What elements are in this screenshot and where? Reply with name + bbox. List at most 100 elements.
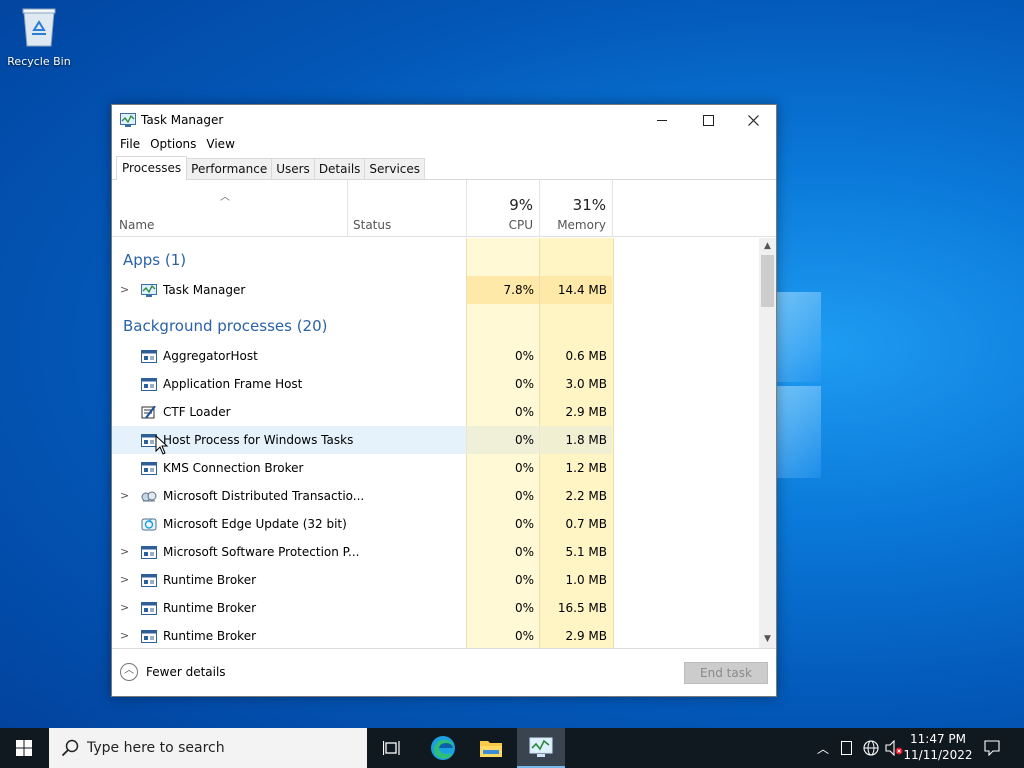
action-center-button[interactable] bbox=[980, 728, 1004, 768]
tab-users[interactable]: Users bbox=[271, 158, 315, 179]
taskbar-clock[interactable]: 11:47 PM 11/11/2022 bbox=[902, 731, 974, 763]
process-cpu: 0% bbox=[514, 433, 534, 447]
vertical-scrollbar[interactable]: ▲ ▼ bbox=[759, 238, 776, 648]
chevron-right-icon[interactable]: > bbox=[120, 601, 129, 614]
mouse-cursor-icon bbox=[155, 435, 169, 455]
process-memory: 2.2 MB bbox=[565, 489, 607, 503]
process-name: Microsoft Distributed Transactio... bbox=[163, 489, 365, 503]
process-name: Runtime Broker bbox=[163, 601, 257, 615]
title-bar[interactable]: Task Manager bbox=[112, 105, 776, 135]
process-memory: 1.2 MB bbox=[565, 461, 607, 475]
recycle-bin-desktop-icon[interactable]: Recycle Bin bbox=[4, 6, 74, 68]
process-memory: 14.4 MB bbox=[557, 283, 607, 297]
window-process-icon bbox=[141, 574, 157, 587]
task-manager-icon bbox=[120, 113, 136, 127]
task-manager-taskbar-button[interactable] bbox=[517, 728, 565, 768]
scroll-down-icon[interactable]: ▼ bbox=[759, 631, 776, 648]
chevron-right-icon[interactable]: > bbox=[120, 283, 129, 296]
tab-processes[interactable]: Processes bbox=[116, 156, 188, 180]
process-cpu: 0% bbox=[514, 349, 534, 363]
window-process-icon bbox=[141, 602, 157, 615]
process-cpu: 0% bbox=[514, 461, 534, 475]
window-process-icon bbox=[141, 378, 157, 391]
tablet-device-icon bbox=[840, 741, 852, 755]
windows-start-icon bbox=[16, 740, 32, 756]
column-memory[interactable]: 31% Memory bbox=[539, 180, 612, 236]
table-row[interactable]: > Runtime Broker 0% 16.5 MB bbox=[112, 594, 759, 622]
file-explorer-taskbar-button[interactable] bbox=[467, 728, 515, 768]
edge-taskbar-button[interactable] bbox=[419, 728, 467, 768]
table-row[interactable]: > Microsoft Software Protection P... 0% 5.1… bbox=[112, 538, 759, 566]
tab-performance[interactable]: Performance bbox=[186, 158, 273, 179]
chevron-up-icon: ︿ bbox=[816, 741, 829, 756]
table-row[interactable]: Host Process for Windows Tasks 0% 1.8 MB bbox=[112, 426, 759, 455]
group-apps: Apps (1) bbox=[123, 251, 187, 269]
process-cpu: 7.8% bbox=[503, 283, 535, 297]
chevron-right-icon[interactable]: > bbox=[120, 545, 129, 558]
task-view-button[interactable] bbox=[368, 728, 416, 768]
table-row[interactable]: > Task Manager 7.8% 14.4 MB bbox=[112, 276, 759, 304]
process-cpu: 0% bbox=[514, 405, 534, 419]
chevron-right-icon[interactable]: > bbox=[120, 489, 129, 502]
process-memory: 2.9 MB bbox=[565, 405, 607, 419]
table-row[interactable]: CTF Loader 0% 2.9 MB bbox=[112, 398, 759, 426]
column-header: ︿ Name Status 9% CPU 31% Memory bbox=[112, 180, 776, 237]
start-button[interactable] bbox=[0, 728, 48, 768]
tab-strip: Processes Performance Users Details Serv… bbox=[112, 155, 776, 180]
tab-details[interactable]: Details bbox=[313, 158, 366, 179]
process-cpu: 0% bbox=[514, 601, 534, 615]
close-button[interactable] bbox=[730, 105, 776, 135]
fewer-details-button[interactable]: ︿ Fewer details bbox=[120, 663, 226, 681]
table-row[interactable]: AggregatorHost 0% 0.6 MB bbox=[112, 342, 759, 370]
group-background-processes: Background processes (20) bbox=[123, 317, 328, 335]
column-cpu[interactable]: 9% CPU bbox=[466, 180, 539, 236]
process-name: Runtime Broker bbox=[163, 629, 257, 643]
tray-device-button[interactable] bbox=[836, 728, 856, 768]
process-cpu: 0% bbox=[514, 545, 534, 559]
chevron-right-icon[interactable]: > bbox=[120, 629, 129, 642]
memory-total-percent: 31% bbox=[572, 196, 606, 214]
process-name: Runtime Broker bbox=[163, 573, 257, 587]
end-task-button[interactable]: End task bbox=[684, 662, 768, 684]
table-row[interactable]: KMS Connection Broker 0% 1.2 MB bbox=[112, 454, 759, 482]
minimize-button[interactable] bbox=[639, 105, 685, 135]
process-memory: 1.0 MB bbox=[565, 573, 607, 587]
process-cpu: 0% bbox=[514, 629, 534, 643]
process-list: Apps (1) > Task Manager 7.8% 14.4 MB Bac… bbox=[112, 238, 759, 648]
taskbar-search-box[interactable]: Type here to search bbox=[49, 728, 367, 768]
scroll-thumb[interactable] bbox=[761, 255, 774, 307]
cpu-label: CPU bbox=[508, 218, 533, 232]
column-divider bbox=[347, 180, 348, 236]
table-row[interactable]: Application Frame Host 0% 3.0 MB bbox=[112, 370, 759, 398]
folder-icon bbox=[480, 741, 502, 757]
show-hidden-icons-button[interactable]: ︿ bbox=[812, 728, 834, 768]
chevron-right-icon[interactable]: > bbox=[120, 573, 129, 586]
column-name[interactable]: Name bbox=[119, 218, 154, 232]
maximize-button[interactable] bbox=[685, 105, 731, 135]
column-status[interactable]: Status bbox=[353, 218, 391, 232]
table-row[interactable]: > Microsoft Distributed Transactio... 0% 2.… bbox=[112, 482, 759, 510]
tab-services[interactable]: Services bbox=[364, 158, 426, 179]
taskbar: Type here to search ︿ 11:47 PM 11/11/202… bbox=[0, 728, 1024, 768]
scroll-up-icon[interactable]: ▲ bbox=[759, 238, 776, 255]
close-icon bbox=[747, 114, 759, 126]
clock-date: 11/11/2022 bbox=[903, 748, 973, 762]
table-row[interactable]: > Runtime Broker 0% 2.9 MB bbox=[112, 622, 759, 648]
menu-options[interactable]: Options bbox=[145, 135, 201, 155]
process-name: Application Frame Host bbox=[163, 377, 303, 391]
globe-network-icon bbox=[863, 740, 879, 756]
sort-up-icon: ︿ bbox=[220, 192, 230, 203]
menu-file[interactable]: File bbox=[115, 135, 145, 155]
ctf-loader-icon bbox=[141, 406, 156, 419]
task-view-icon bbox=[383, 741, 400, 755]
task-manager-icon bbox=[141, 284, 157, 297]
memory-label: Memory bbox=[557, 218, 606, 232]
menu-view[interactable]: View bbox=[201, 135, 239, 155]
table-row[interactable]: > Runtime Broker 0% 1.0 MB bbox=[112, 566, 759, 594]
fewer-details-label: Fewer details bbox=[146, 665, 226, 679]
search-icon bbox=[61, 739, 79, 757]
table-row[interactable]: Microsoft Edge Update (32 bit) 0% 0.7 MB bbox=[112, 510, 759, 538]
process-name: AggregatorHost bbox=[163, 349, 258, 363]
window-process-icon bbox=[141, 546, 157, 559]
network-button[interactable] bbox=[860, 728, 882, 768]
